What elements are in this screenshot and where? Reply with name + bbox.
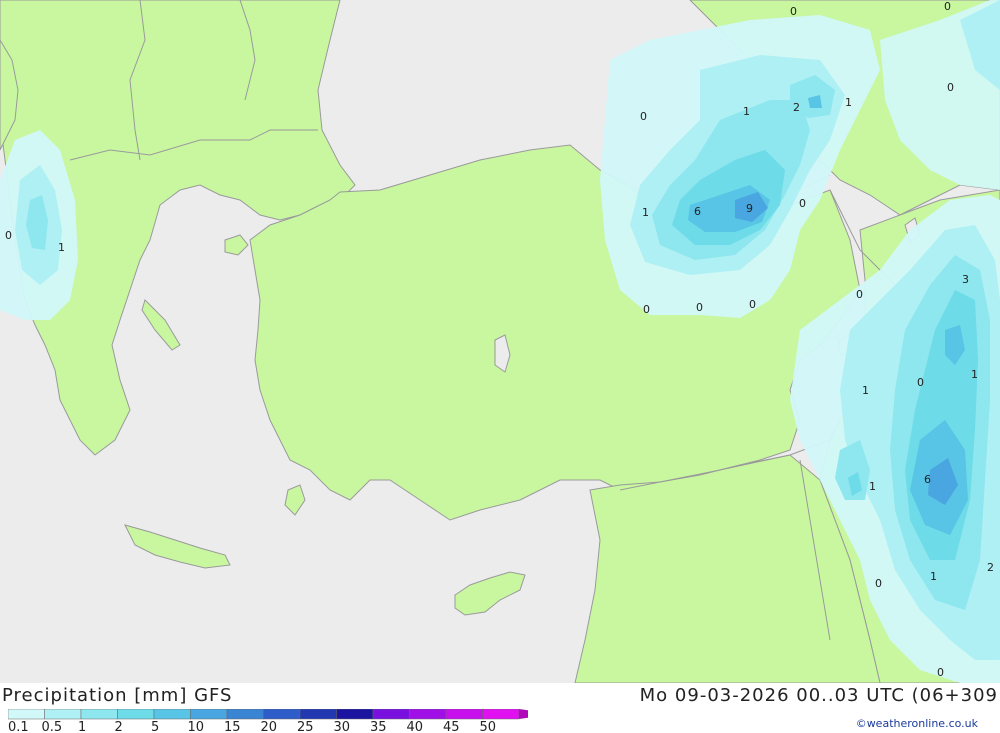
value-label: 1 <box>869 480 876 493</box>
legend-label: 20 <box>261 720 278 733</box>
value-label: 0 <box>749 298 756 311</box>
value-label: 0 <box>696 301 703 314</box>
legend-label: 2 <box>115 720 123 733</box>
value-label: 6 <box>694 205 701 218</box>
legend-label: 10 <box>188 720 205 733</box>
legend-swatch <box>153 709 191 720</box>
legend-swatch <box>44 709 82 720</box>
map-title: Precipitation [mm] GFS <box>2 685 233 706</box>
value-label: 1 <box>642 206 649 219</box>
value-label: 3 <box>962 273 969 286</box>
legend-swatch <box>8 709 45 720</box>
precipitation-legend: 0.1 0.5 1 2 5 10 15 20 25 30 35 40 45 50 <box>8 709 528 733</box>
credit-link[interactable]: ©weatheronline.co.uk <box>856 717 978 730</box>
legend-swatches <box>8 709 528 720</box>
value-label: 0 <box>640 110 647 123</box>
legend-swatch <box>80 709 118 720</box>
legend-label: 25 <box>297 720 314 733</box>
legend-labels: 0.1 0.5 1 2 5 10 15 20 25 30 35 40 45 50 <box>8 720 496 733</box>
forecast-datetime: Mo 09-03-2026 00..03 UTC (06+309 <box>639 685 998 706</box>
value-label: 0 <box>917 376 924 389</box>
value-label: 2 <box>793 101 800 114</box>
value-label: 1 <box>58 241 65 254</box>
value-label: 9 <box>746 202 753 215</box>
value-label: 1 <box>743 105 750 118</box>
legend-swatch <box>372 709 410 720</box>
value-label: 0 <box>875 577 882 590</box>
value-label: 1 <box>971 368 978 381</box>
legend-label: 5 <box>151 720 159 733</box>
legend-label: 1 <box>78 720 86 733</box>
value-label: 1 <box>930 570 937 583</box>
value-label: 0 <box>643 303 650 316</box>
legend-label: 15 <box>224 720 241 733</box>
legend-arrow <box>519 709 528 719</box>
value-label: 2 <box>987 561 994 574</box>
legend-label: 50 <box>480 720 497 733</box>
value-label: 1 <box>845 96 852 109</box>
legend-label: 0.1 <box>8 720 29 733</box>
legend-swatch <box>445 709 483 720</box>
legend-swatch <box>409 709 447 720</box>
precipitation-map: 0 1 2 1 0 0 1 6 9 0 0 0 0 0 3 1 0 1 1 6 … <box>0 0 1000 683</box>
legend-label: 35 <box>370 720 387 733</box>
legend-swatch <box>299 709 337 720</box>
value-label: 0 <box>5 229 12 242</box>
legend-label: 40 <box>407 720 424 733</box>
legend-label: 30 <box>334 720 351 733</box>
value-label: 0 <box>799 197 806 210</box>
legend-label: 45 <box>443 720 460 733</box>
legend-swatch <box>482 709 520 720</box>
legend-swatch <box>336 709 374 720</box>
value-label: 0 <box>856 288 863 301</box>
value-label: 0 <box>937 666 944 679</box>
legend-swatch <box>117 709 155 720</box>
legend-swatch <box>263 709 301 720</box>
legend-swatch <box>190 709 228 720</box>
value-label: 1 <box>862 384 869 397</box>
legend-label: 0.5 <box>42 720 63 733</box>
value-label: 0 <box>944 0 951 13</box>
footer: Precipitation [mm] GFS Mo 09-03-2026 00.… <box>0 683 1000 733</box>
value-label: 6 <box>924 473 931 486</box>
value-label: 0 <box>947 81 954 94</box>
value-label: 0 <box>790 5 797 18</box>
legend-swatch <box>226 709 264 720</box>
